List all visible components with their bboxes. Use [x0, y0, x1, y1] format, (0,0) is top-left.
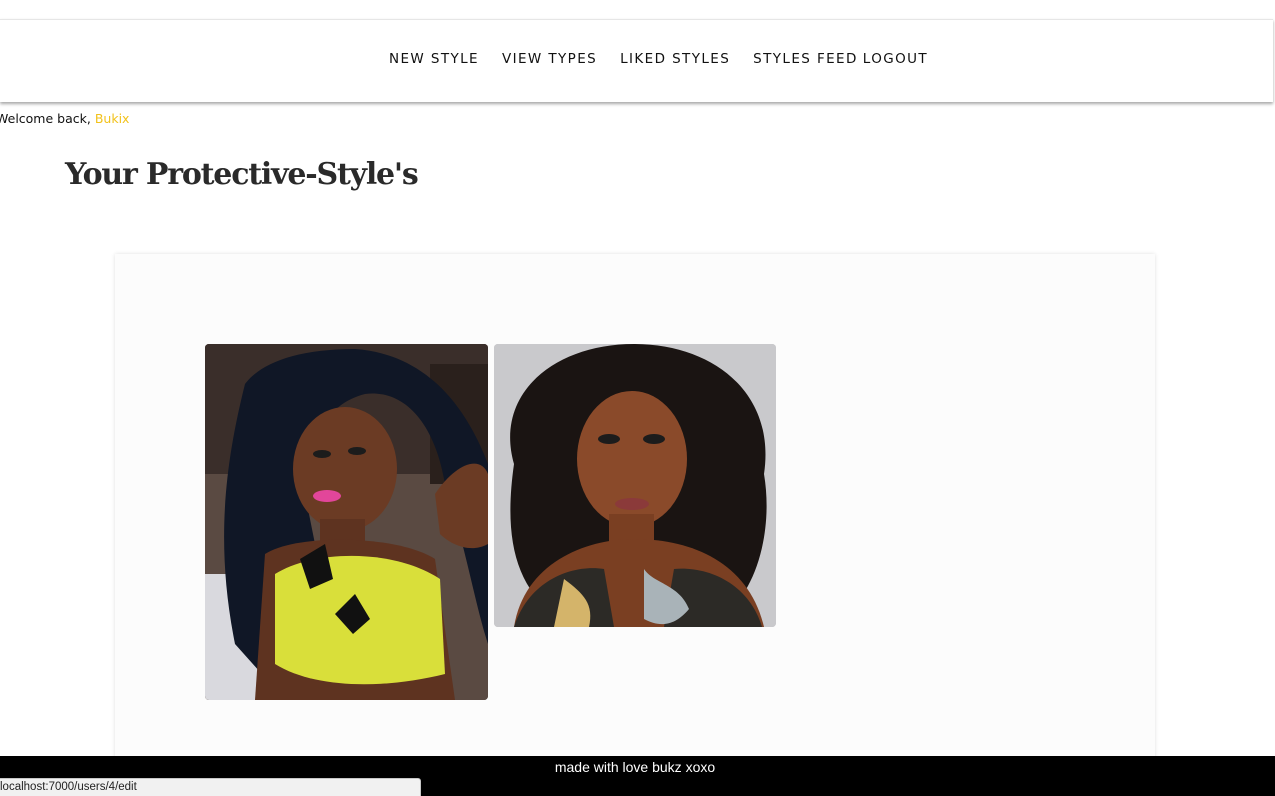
style-card-curly-afro[interactable] [494, 344, 776, 627]
welcome-prefix: Welcome back, [0, 111, 91, 126]
styles-panel [115, 254, 1155, 774]
nav-link-styles-feed[interactable]: STYLES FEED [753, 51, 858, 67]
nav-link-liked-styles[interactable]: LIKED STYLES [620, 51, 730, 67]
style-card-long-wavy[interactable] [205, 344, 488, 700]
nav-link-view-types[interactable]: VIEW TYPES [502, 51, 597, 67]
footer-text: made with love bukz xoxo [554, 759, 716, 775]
nav-link-logout[interactable]: LOGOUT [863, 51, 928, 67]
page: NEW STYLE VIEW TYPES LIKED STYLES STYLES… [0, 0, 1275, 796]
status-bar-url: localhost:7000/users/4/edit [0, 778, 421, 796]
long-wavy-hair-style-photo-icon [205, 344, 488, 700]
nav-link-new-style[interactable]: NEW STYLE [389, 51, 479, 67]
welcome-message: Welcome back, Bukix [0, 111, 129, 126]
nav-links: NEW STYLE VIEW TYPES LIKED STYLES STYLES… [389, 51, 928, 67]
curly-afro-hair-style-photo-icon [494, 344, 776, 627]
top-navbar: NEW STYLE VIEW TYPES LIKED STYLES STYLES… [0, 19, 1273, 102]
page-title: Your Protective-Style's [65, 157, 419, 192]
welcome-username: Bukix [94, 111, 130, 126]
